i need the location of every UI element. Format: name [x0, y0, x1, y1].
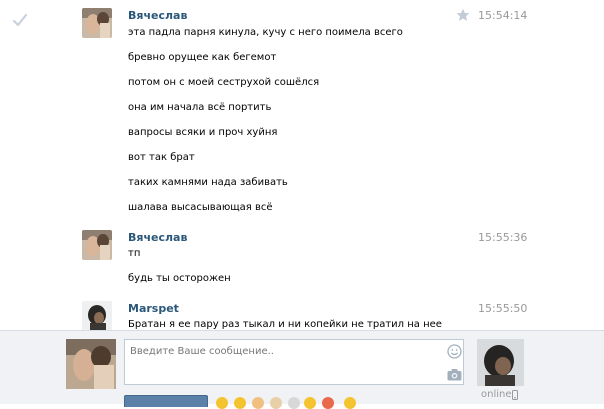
- message-group: Вячеслав 15:54:14 эта падла парня кинула…: [0, 8, 604, 218]
- online-status: online: [481, 389, 512, 400]
- message-text: таких камнями нада забивать: [128, 177, 288, 188]
- message-author[interactable]: Вячеслав: [128, 9, 187, 22]
- avatar[interactable]: [82, 230, 112, 260]
- message-composer: Введите Ваше сообщение.. online: [0, 330, 604, 409]
- message-text: Братан я ее пару раз тыкал и ни копейки …: [128, 319, 442, 330]
- star-icon[interactable]: [456, 8, 470, 22]
- emoji-icon[interactable]: [304, 397, 316, 409]
- message-text: эта падла парня кинула, кучу с него поим…: [128, 27, 403, 38]
- camera-icon[interactable]: [447, 368, 462, 381]
- emoji-icon[interactable]: [344, 397, 356, 409]
- message-group: Вячеслав 15:55:36 тп будь ты осторожен: [0, 230, 604, 290]
- message-text: шалава высасывающая всё: [128, 202, 273, 213]
- phone-icon: [512, 390, 518, 400]
- emoji-icon[interactable]: [234, 397, 246, 409]
- message-time: 15:55:50: [478, 302, 528, 315]
- message-text: тп: [128, 248, 141, 259]
- my-avatar[interactable]: [66, 339, 116, 389]
- emoji-icon[interactable]: [288, 397, 300, 409]
- message-author[interactable]: Marspet: [128, 302, 179, 315]
- message-time: 15:54:14: [478, 9, 528, 22]
- message-author[interactable]: Вячеслав: [128, 231, 187, 244]
- emoji-icon[interactable]: [322, 397, 334, 409]
- message-text: потом он с моей сеструхой сошёлся: [128, 77, 320, 88]
- message-text: она им начала всё портить: [128, 102, 272, 113]
- message-input[interactable]: Введите Ваше сообщение..: [124, 339, 464, 385]
- message-text: бревно орущее как бегемот: [128, 52, 277, 63]
- smile-icon[interactable]: [447, 344, 462, 359]
- message-input-placeholder: Введите Ваше сообщение..: [130, 346, 274, 357]
- message-history[interactable]: Вячеслав 15:54:14 эта падла парня кинула…: [0, 0, 604, 330]
- message-group: Marspet 15:55:50 Братан я ее пару раз ты…: [0, 301, 604, 330]
- message-time: 15:55:36: [478, 231, 528, 244]
- emoji-bar: [216, 397, 366, 409]
- emoji-icon[interactable]: [270, 397, 282, 409]
- message-text: вот так брат: [128, 152, 195, 163]
- avatar[interactable]: [82, 8, 112, 38]
- avatar[interactable]: [82, 301, 112, 330]
- emoji-icon[interactable]: [252, 397, 264, 409]
- message-text: вапросы всяки и проч хуйня: [128, 127, 278, 138]
- peer-avatar[interactable]: [477, 339, 524, 386]
- emoji-icon[interactable]: [216, 397, 228, 409]
- message-text: будь ты осторожен: [128, 273, 231, 284]
- send-button[interactable]: [124, 395, 208, 407]
